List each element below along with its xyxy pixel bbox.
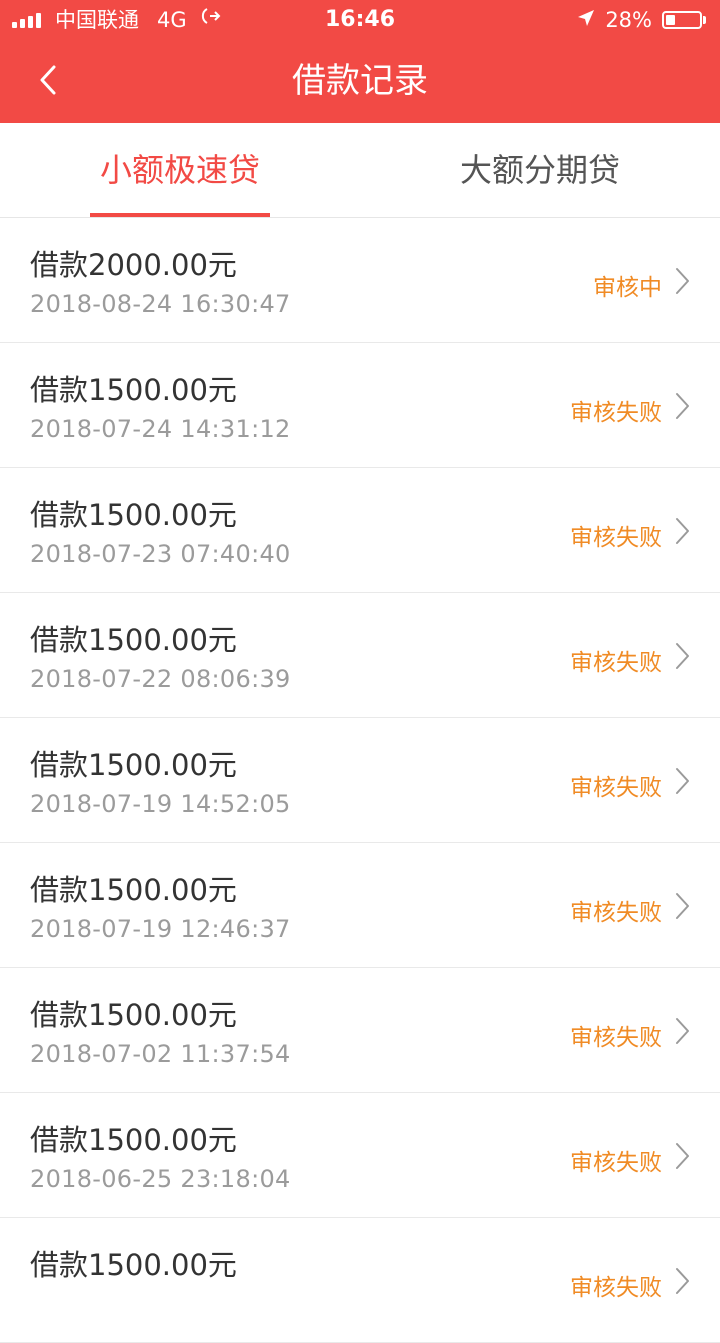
loan-amount: 借款1500.00元	[30, 873, 237, 907]
status-right: 28%	[577, 0, 706, 40]
loan-record-row[interactable]: 借款1500.00元 审核失败	[0, 1218, 720, 1343]
chevron-right-icon	[676, 1268, 689, 1294]
loan-time: 2018-07-19 12:46:37	[30, 915, 291, 943]
page-title: 借款记录	[292, 61, 428, 101]
loan-amount: 借款1500.00元	[30, 1248, 237, 1282]
loan-status: 审核中	[593, 275, 662, 301]
loan-status: 审核失败	[570, 1025, 662, 1051]
loan-time: 2018-07-19 14:52:05	[30, 790, 291, 818]
loan-record-row[interactable]: 借款1500.00元 2018-07-24 14:31:12 审核失败	[0, 343, 720, 468]
chevron-right-icon	[676, 1143, 689, 1169]
loan-record-row[interactable]: 借款1500.00元 2018-07-19 14:52:05 审核失败	[0, 718, 720, 843]
loan-amount: 借款1500.00元	[30, 373, 237, 407]
chevron-left-icon	[40, 65, 56, 95]
loan-time: 2018-07-24 14:31:12	[30, 415, 291, 443]
chevron-right-icon	[676, 1018, 689, 1044]
loan-record-row[interactable]: 借款1500.00元 2018-07-19 12:46:37 审核失败	[0, 843, 720, 968]
chevron-right-icon	[676, 643, 689, 669]
loan-status: 审核失败	[570, 525, 662, 551]
loan-record-list: 借款2000.00元 2018-08-24 16:30:47 审核中 借款150…	[0, 218, 720, 1343]
loan-amount: 借款2000.00元	[30, 248, 237, 282]
status-bar: 中国联通 4G 16:46 28%	[0, 0, 720, 40]
chevron-right-icon	[676, 268, 689, 294]
loan-record-row[interactable]: 借款1500.00元 2018-06-25 23:18:04 审核失败	[0, 1093, 720, 1218]
loan-amount: 借款1500.00元	[30, 748, 237, 782]
loan-status: 审核失败	[570, 1275, 662, 1301]
loan-time: 2018-06-25 23:18:04	[30, 1165, 291, 1193]
loan-status: 审核失败	[570, 650, 662, 676]
loan-time: 2018-07-23 07:40:40	[30, 540, 291, 568]
loan-record-row[interactable]: 借款1500.00元 2018-07-02 11:37:54 审核失败	[0, 968, 720, 1093]
chevron-right-icon	[676, 518, 689, 544]
loan-time: 2018-08-24 16:30:47	[30, 290, 291, 318]
loan-status: 审核失败	[570, 400, 662, 426]
tab-small-fast-loan[interactable]: 小额极速贷	[0, 123, 360, 218]
chevron-right-icon	[676, 393, 689, 419]
loan-type-tabs: 小额极速贷 大额分期贷	[0, 123, 720, 218]
loan-amount: 借款1500.00元	[30, 498, 237, 532]
loan-record-row[interactable]: 借款1500.00元 2018-07-23 07:40:40 审核失败	[0, 468, 720, 593]
loan-time: 2018-07-02 11:37:54	[30, 1040, 291, 1068]
loan-amount: 借款1500.00元	[30, 1123, 237, 1157]
loan-time: 2018-07-22 08:06:39	[30, 665, 291, 693]
tab-large-installment-loan[interactable]: 大额分期贷	[360, 123, 720, 218]
loan-record-row[interactable]: 借款1500.00元 2018-07-22 08:06:39 审核失败	[0, 593, 720, 718]
loan-amount: 借款1500.00元	[30, 623, 237, 657]
loan-record-row[interactable]: 借款2000.00元 2018-08-24 16:30:47 审核中	[0, 218, 720, 343]
battery-icon	[662, 11, 706, 29]
app-header: 中国联通 4G 16:46 28% 借款记录	[0, 0, 720, 123]
loan-status: 审核失败	[570, 900, 662, 926]
battery-percent: 28%	[605, 8, 652, 32]
loan-status: 审核失败	[570, 775, 662, 801]
location-arrow-icon	[577, 0, 595, 40]
chevron-right-icon	[676, 893, 689, 919]
loan-amount: 借款1500.00元	[30, 998, 237, 1032]
nav-bar: 借款记录	[0, 40, 720, 123]
back-button[interactable]	[20, 52, 76, 108]
chevron-right-icon	[676, 768, 689, 794]
loan-status: 审核失败	[570, 1150, 662, 1176]
active-tab-indicator	[90, 213, 270, 217]
